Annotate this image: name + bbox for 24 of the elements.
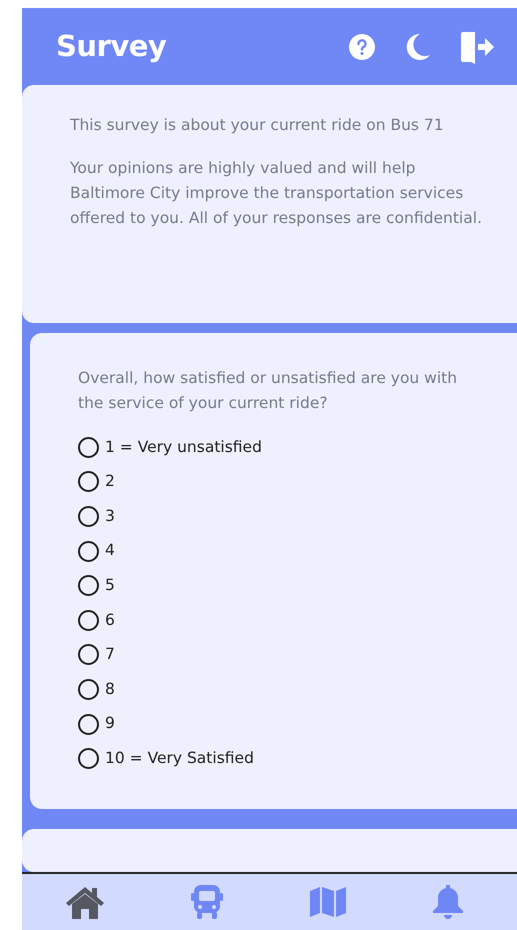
radio-button[interactable] — [78, 610, 99, 631]
option-label[interactable]: 7 — [105, 643, 115, 666]
intro-text: This survey is about your current ride on Bus 71 — [70, 115, 445, 136]
option-label[interactable]: 3 — [105, 504, 115, 528]
option-label[interactable]: 4 — [105, 539, 115, 563]
radio-button[interactable] — [78, 506, 99, 527]
radio-button[interactable] — [78, 471, 99, 492]
radio-button[interactable] — [78, 436, 99, 458]
radio-button[interactable] — [78, 714, 99, 735]
radio-button[interactable] — [78, 678, 99, 700]
option-label[interactable]: 2 — [105, 470, 115, 494]
option-label[interactable]: 8 — [105, 678, 115, 702]
option-label[interactable]: 5 — [105, 574, 115, 598]
radio-button[interactable] — [78, 575, 99, 596]
radio-button[interactable] — [78, 748, 99, 770]
page-title: Survey — [56, 28, 166, 65]
option-label[interactable]: 1 = Very unsatisfied — [105, 436, 262, 459]
radio-button[interactable] — [78, 644, 99, 666]
question-text: Overall, how satisfied or unsatisfied are you with the service of your current ride? — [78, 368, 458, 414]
radio-button[interactable] — [78, 540, 99, 562]
option-label[interactable]: 10 = Very Satisfied — [105, 747, 254, 770]
option-label[interactable]: 9 — [105, 712, 115, 736]
option-label[interactable]: 6 — [105, 608, 115, 632]
intro-text: Your opinions are highly valued and will help Baltimore City improve the transportation services offered to you. All of your responses are confidential. — [70, 158, 483, 229]
